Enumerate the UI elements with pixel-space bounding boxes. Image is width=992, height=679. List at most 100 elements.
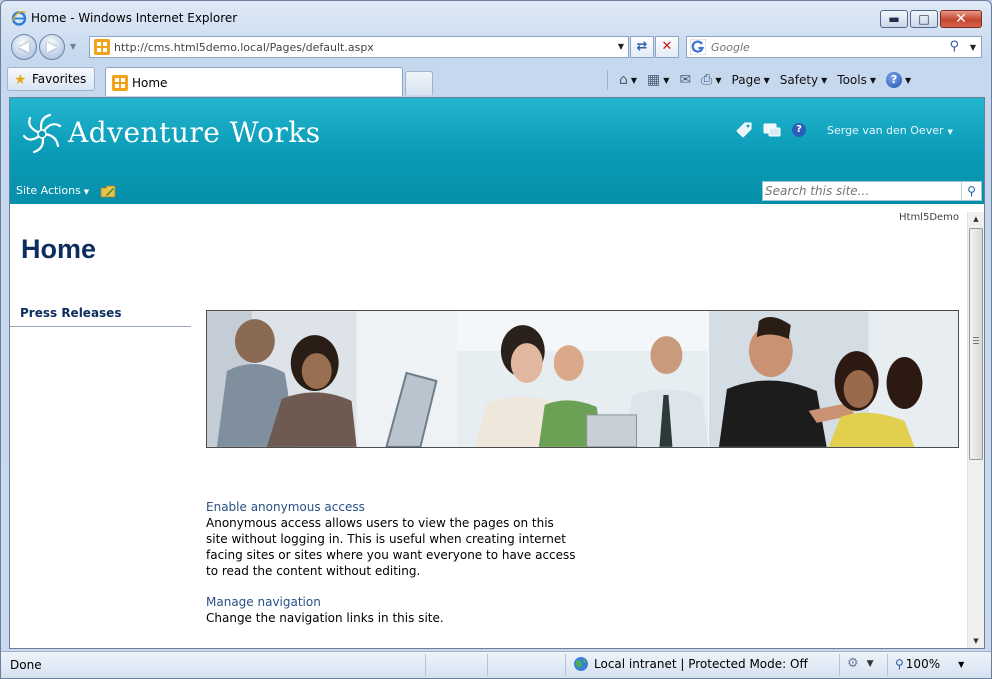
- tag-icon[interactable]: [734, 120, 754, 140]
- security-zone-label: Local intranet | Protected Mode: Off: [594, 657, 808, 671]
- tab-bar: ★ Favorites Home ⌂ ▼ ▦ ▼ ✉ ⎙ ▼ Page ▼ Safety…: [1, 63, 991, 96]
- getting-started-links: Enable anonymous access Anonymous access…: [206, 500, 586, 642]
- url-input[interactable]: [114, 38, 604, 56]
- new-tab-button[interactable]: [405, 71, 433, 95]
- back-button[interactable]: ◀: [11, 34, 37, 60]
- globe-icon: [574, 657, 588, 671]
- stop-icon: ✕: [661, 39, 673, 54]
- site-search-button[interactable]: ⚲: [961, 182, 981, 200]
- sharepoint-favicon: [94, 39, 110, 55]
- link-manage-navigation[interactable]: Manage navigation: [206, 595, 586, 609]
- navigation-bar: ◀ ▶ ▼ ▼ ⇄ ✕ ⚲ ▼: [1, 33, 991, 61]
- edit-page-icon[interactable]: [100, 184, 116, 198]
- zoom-control[interactable]: ⚲ 100% ▼: [895, 657, 964, 671]
- site-search-input[interactable]: [765, 183, 955, 199]
- quicklaunch-heading-press-releases[interactable]: Press Releases: [20, 306, 121, 320]
- chevron-down-icon: ▼: [869, 75, 877, 85]
- refresh-icon: ⇄: [636, 39, 648, 54]
- link-description: Anonymous access allows users to view th…: [206, 516, 576, 578]
- help-icon: ?: [886, 72, 903, 88]
- browser-window: Home - Windows Internet Explorer ▬ □ ✕ ◀…: [0, 0, 992, 679]
- chevron-down-icon: ▼: [905, 75, 912, 85]
- forward-button[interactable]: ▶: [39, 34, 65, 60]
- history-dropdown-icon[interactable]: ▼: [70, 42, 76, 51]
- search-input[interactable]: [711, 38, 931, 56]
- sharepoint-favicon: [112, 75, 128, 91]
- feeds-dropdown-icon[interactable]: ▼: [663, 76, 669, 85]
- search-icon[interactable]: ⚲: [949, 39, 959, 54]
- title-bar: Home - Windows Internet Explorer ▬ □ ✕: [1, 1, 991, 33]
- minimize-button[interactable]: ▬: [880, 10, 908, 28]
- address-dropdown-icon[interactable]: ▼: [618, 42, 624, 51]
- help-menu[interactable]: ? ▼: [886, 72, 911, 88]
- site-header-banner: Adventure Works ? Serge van den Oever ▼ S…: [10, 98, 984, 204]
- search-icon: ⚲: [967, 184, 976, 198]
- user-menu[interactable]: Serge van den Oever ▼: [827, 124, 953, 137]
- refresh-button[interactable]: ⇄: [630, 36, 654, 58]
- photo-panel-colleagues: [207, 311, 458, 447]
- print-dropdown-icon[interactable]: ▼: [715, 76, 721, 85]
- page-title: Home: [21, 234, 97, 264]
- home-icon: ⌂: [619, 72, 628, 88]
- home-button[interactable]: ⌂ ▼: [619, 72, 637, 88]
- tools-menu-label: Tools: [837, 73, 867, 87]
- star-icon: ★: [14, 72, 27, 88]
- maximize-button[interactable]: □: [910, 10, 938, 28]
- rss-feed-icon: ▦: [647, 72, 661, 88]
- divider: [565, 654, 566, 676]
- search-options-dropdown-icon[interactable]: ▼: [970, 43, 976, 52]
- site-actions-menu[interactable]: Site Actions ▼: [16, 184, 89, 197]
- command-bar: ⌂ ▼ ▦ ▼ ✉ ⎙ ▼ Page ▼ Safety ▼ Tools ▼ ? ▼: [601, 69, 916, 91]
- close-button[interactable]: ✕: [940, 10, 982, 28]
- zoom-level: 100%: [905, 657, 941, 671]
- scroll-thumb[interactable]: [969, 228, 983, 460]
- help-icon[interactable]: ?: [792, 123, 806, 137]
- adventure-works-logo-icon: [22, 113, 62, 154]
- home-dropdown-icon[interactable]: ▼: [631, 76, 637, 85]
- favorites-button[interactable]: ★ Favorites: [7, 67, 96, 91]
- address-bar[interactable]: ▼: [89, 36, 629, 58]
- photo-panel-discussion: [708, 311, 958, 447]
- scroll-down-icon[interactable]: ▼: [968, 634, 984, 648]
- notes-icon[interactable]: [762, 120, 782, 140]
- divider: [887, 654, 888, 676]
- google-icon: [690, 39, 706, 55]
- tab-label: Home: [132, 76, 168, 90]
- tab-home[interactable]: Home: [105, 67, 403, 96]
- internet-explorer-icon: [11, 10, 27, 26]
- vertical-scrollbar[interactable]: ▲ ▼: [967, 212, 984, 648]
- close-icon: ✕: [955, 11, 967, 27]
- page-menu[interactable]: Page ▼: [732, 73, 770, 87]
- stop-button[interactable]: ✕: [655, 36, 679, 58]
- back-arrow-icon: ◀: [18, 39, 30, 55]
- print-button[interactable]: ⎙ ▼: [701, 72, 721, 88]
- scroll-up-icon[interactable]: ▲: [968, 212, 984, 226]
- chevron-down-icon: ▼: [866, 658, 874, 669]
- page-content: Adventure Works ? Serge van den Oever ▼ S…: [9, 97, 985, 649]
- chevron-down-icon: ▼: [958, 659, 965, 669]
- grip-icon: [973, 337, 979, 344]
- forward-arrow-icon: ▶: [46, 39, 58, 55]
- link-enable-anonymous-access[interactable]: Enable anonymous access: [206, 500, 586, 514]
- divider: [487, 654, 488, 676]
- security-zone[interactable]: Local intranet | Protected Mode: Off: [573, 656, 808, 672]
- hero-photo-banner: [206, 310, 959, 448]
- read-mail-button[interactable]: ✉: [679, 72, 691, 88]
- chevron-down-icon: ▼: [763, 75, 770, 85]
- status-bar: Done Local intranet | Protected Mode: Of…: [1, 651, 991, 678]
- site-search-box[interactable]: ⚲: [762, 181, 982, 201]
- search-box[interactable]: ⚲ ▼: [686, 36, 982, 58]
- safety-menu[interactable]: Safety ▼: [780, 73, 828, 87]
- feeds-button[interactable]: ▦ ▼: [647, 72, 669, 88]
- shield-icon: ⚙: [847, 656, 859, 671]
- site-actions-label: Site Actions: [16, 184, 81, 197]
- minimize-icon: ▬: [888, 12, 900, 26]
- divider: [607, 70, 608, 90]
- mail-icon: ✉: [679, 72, 692, 88]
- maximize-icon: □: [918, 12, 930, 26]
- link-description: Change the navigation links in this site…: [206, 611, 444, 625]
- chevron-down-icon: ▼: [947, 128, 953, 136]
- protected-mode-button[interactable]: ⚙ ▼: [847, 656, 874, 671]
- site-brand-title[interactable]: Adventure Works: [68, 116, 321, 149]
- tools-menu[interactable]: Tools ▼: [837, 73, 876, 87]
